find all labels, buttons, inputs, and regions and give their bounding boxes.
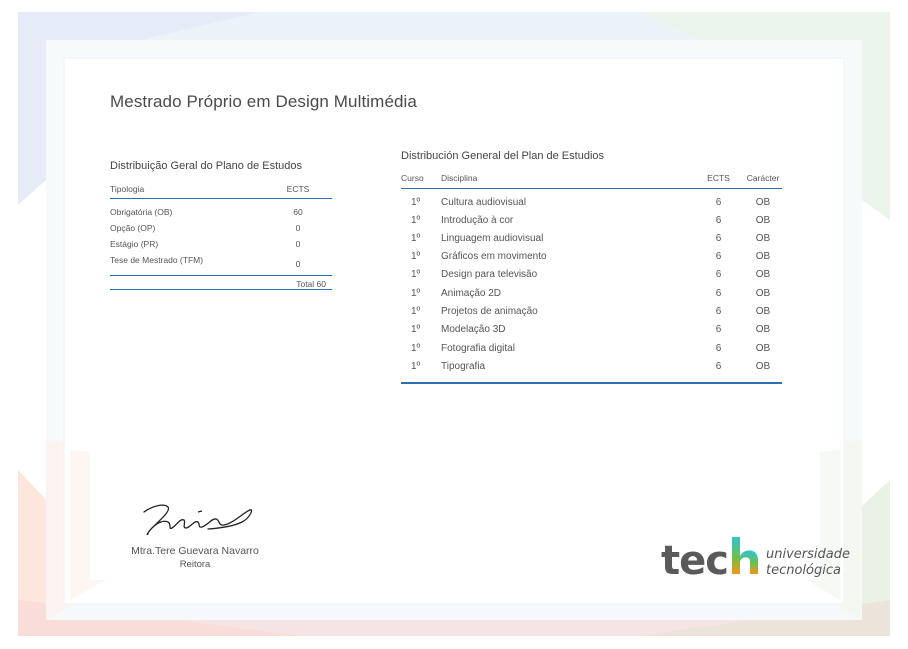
signer-name: Mtra.Tere Guevara Navarro (131, 545, 259, 557)
general-distribution-heading: Distribuição Geral do Plano de Estudos (110, 160, 302, 172)
row-subject: Linguagem audiovisual (441, 233, 544, 244)
row-character: OB (755, 343, 771, 354)
signer-role: Reitora (179, 559, 211, 570)
row-ects: 6 (715, 251, 722, 262)
handwritten-signature (143, 504, 253, 536)
row-course: 1º (411, 306, 421, 317)
row-subject: Tipografia (441, 361, 486, 372)
row-subject: Animação 2D (441, 288, 502, 299)
row-course: 1º (411, 251, 421, 262)
row-ects: 6 (715, 215, 722, 226)
total-value: Total 60 (296, 279, 326, 289)
table-row: 1º Animação 2D 6 OB (401, 288, 782, 301)
table-row: Estágio (PR) 0 (110, 239, 332, 249)
row-ects: 6 (715, 233, 722, 244)
bottom-rule (110, 289, 332, 290)
table-row: 1º Fotografia digital 6 OB (401, 343, 782, 356)
table-row: Opção (OP) 0 (110, 223, 332, 233)
table-row: 1º Linguagem audiovisual 6 OB (401, 233, 782, 246)
col-character: Carácter (746, 173, 780, 183)
table-row: 1º Cultura audiovisual 6 OB (401, 197, 782, 210)
col-subject: Disciplina (441, 173, 478, 183)
row-character: OB (755, 306, 771, 317)
col-ects: ECTS (707, 173, 730, 183)
row-character: OB (755, 251, 771, 262)
header-rule (401, 188, 782, 189)
row-type: Obrigatória (OB) (110, 207, 173, 217)
table-row: 1º Introdução à cor 6 OB (401, 215, 782, 228)
row-character: OB (755, 215, 771, 226)
row-ects: 6 (715, 197, 722, 208)
row-ects: 6 (715, 306, 722, 317)
row-course: 1º (411, 324, 421, 335)
row-subject: Cultura audiovisual (441, 197, 527, 208)
row-character: OB (755, 324, 771, 335)
col-typology: Tipologia (110, 184, 145, 194)
row-course: 1º (411, 233, 421, 244)
row-ects: 0 (295, 239, 301, 249)
row-subject: Introdução à cor (441, 215, 514, 226)
table-row: 1º Design para televisão 6 OB (401, 269, 782, 282)
row-ects: 0 (295, 259, 301, 269)
row-character: OB (755, 197, 771, 208)
row-type: Tese de Mestrado (TFM) (110, 255, 204, 265)
right-table-header: Curso Disciplina ECTS Carácter (401, 173, 782, 185)
row-character: OB (755, 233, 771, 244)
row-character: OB (755, 269, 771, 280)
row-subject: Projetos de animação (441, 306, 538, 317)
total-rule (110, 275, 332, 276)
table-row: Obrigatória (OB) 60 (110, 207, 332, 217)
row-ects: 0 (295, 223, 301, 233)
row-character: OB (755, 288, 771, 299)
table-row: 1º Modelação 3D 6 OB (401, 324, 782, 337)
bottom-rule (401, 382, 782, 384)
row-subject: Design para televisão (441, 269, 538, 280)
plan-distribution-heading: Distribución General del Plan de Estudio… (401, 150, 605, 162)
row-character: OB (755, 361, 771, 372)
header-rule (110, 198, 332, 199)
row-ects: 6 (715, 324, 722, 335)
logo-line-1: universidade (766, 547, 850, 562)
row-course: 1º (411, 343, 421, 354)
document-title: Mestrado Próprio em Design Multimédia (110, 92, 417, 111)
row-ects: 60 (293, 207, 303, 217)
row-course: 1º (411, 197, 421, 208)
row-subject: Gráficos em movimento (441, 251, 547, 262)
row-ects: 6 (715, 361, 722, 372)
left-table-header: Tipologia ECTS (110, 184, 332, 194)
row-subject: Modelação 3D (441, 324, 506, 335)
row-ects: 6 (715, 288, 722, 299)
logo-line-2: tecnológica (766, 563, 841, 578)
table-row: 1º Projetos de animação 6 OB (401, 306, 782, 319)
row-type: Opção (OP) (110, 223, 156, 233)
svg-text:tec: tec (661, 538, 728, 584)
row-ects: 6 (715, 269, 722, 280)
row-course: 1º (411, 269, 421, 280)
col-ects: ECTS (286, 184, 310, 194)
col-course: Curso (401, 173, 424, 183)
row-course: 1º (411, 288, 421, 299)
row-course: 1º (411, 361, 421, 372)
row-ects: 6 (715, 343, 722, 354)
row-course: 1º (411, 215, 421, 226)
table-row: 1º Tipografia 6 OB (401, 361, 782, 374)
table-row: Tese de Mestrado (TFM) 0 (110, 255, 332, 269)
table-row: 1º Gráficos em movimento 6 OB (401, 251, 782, 264)
row-type: Estágio (PR) (110, 239, 159, 249)
row-subject: Fotografia digital (441, 343, 515, 354)
